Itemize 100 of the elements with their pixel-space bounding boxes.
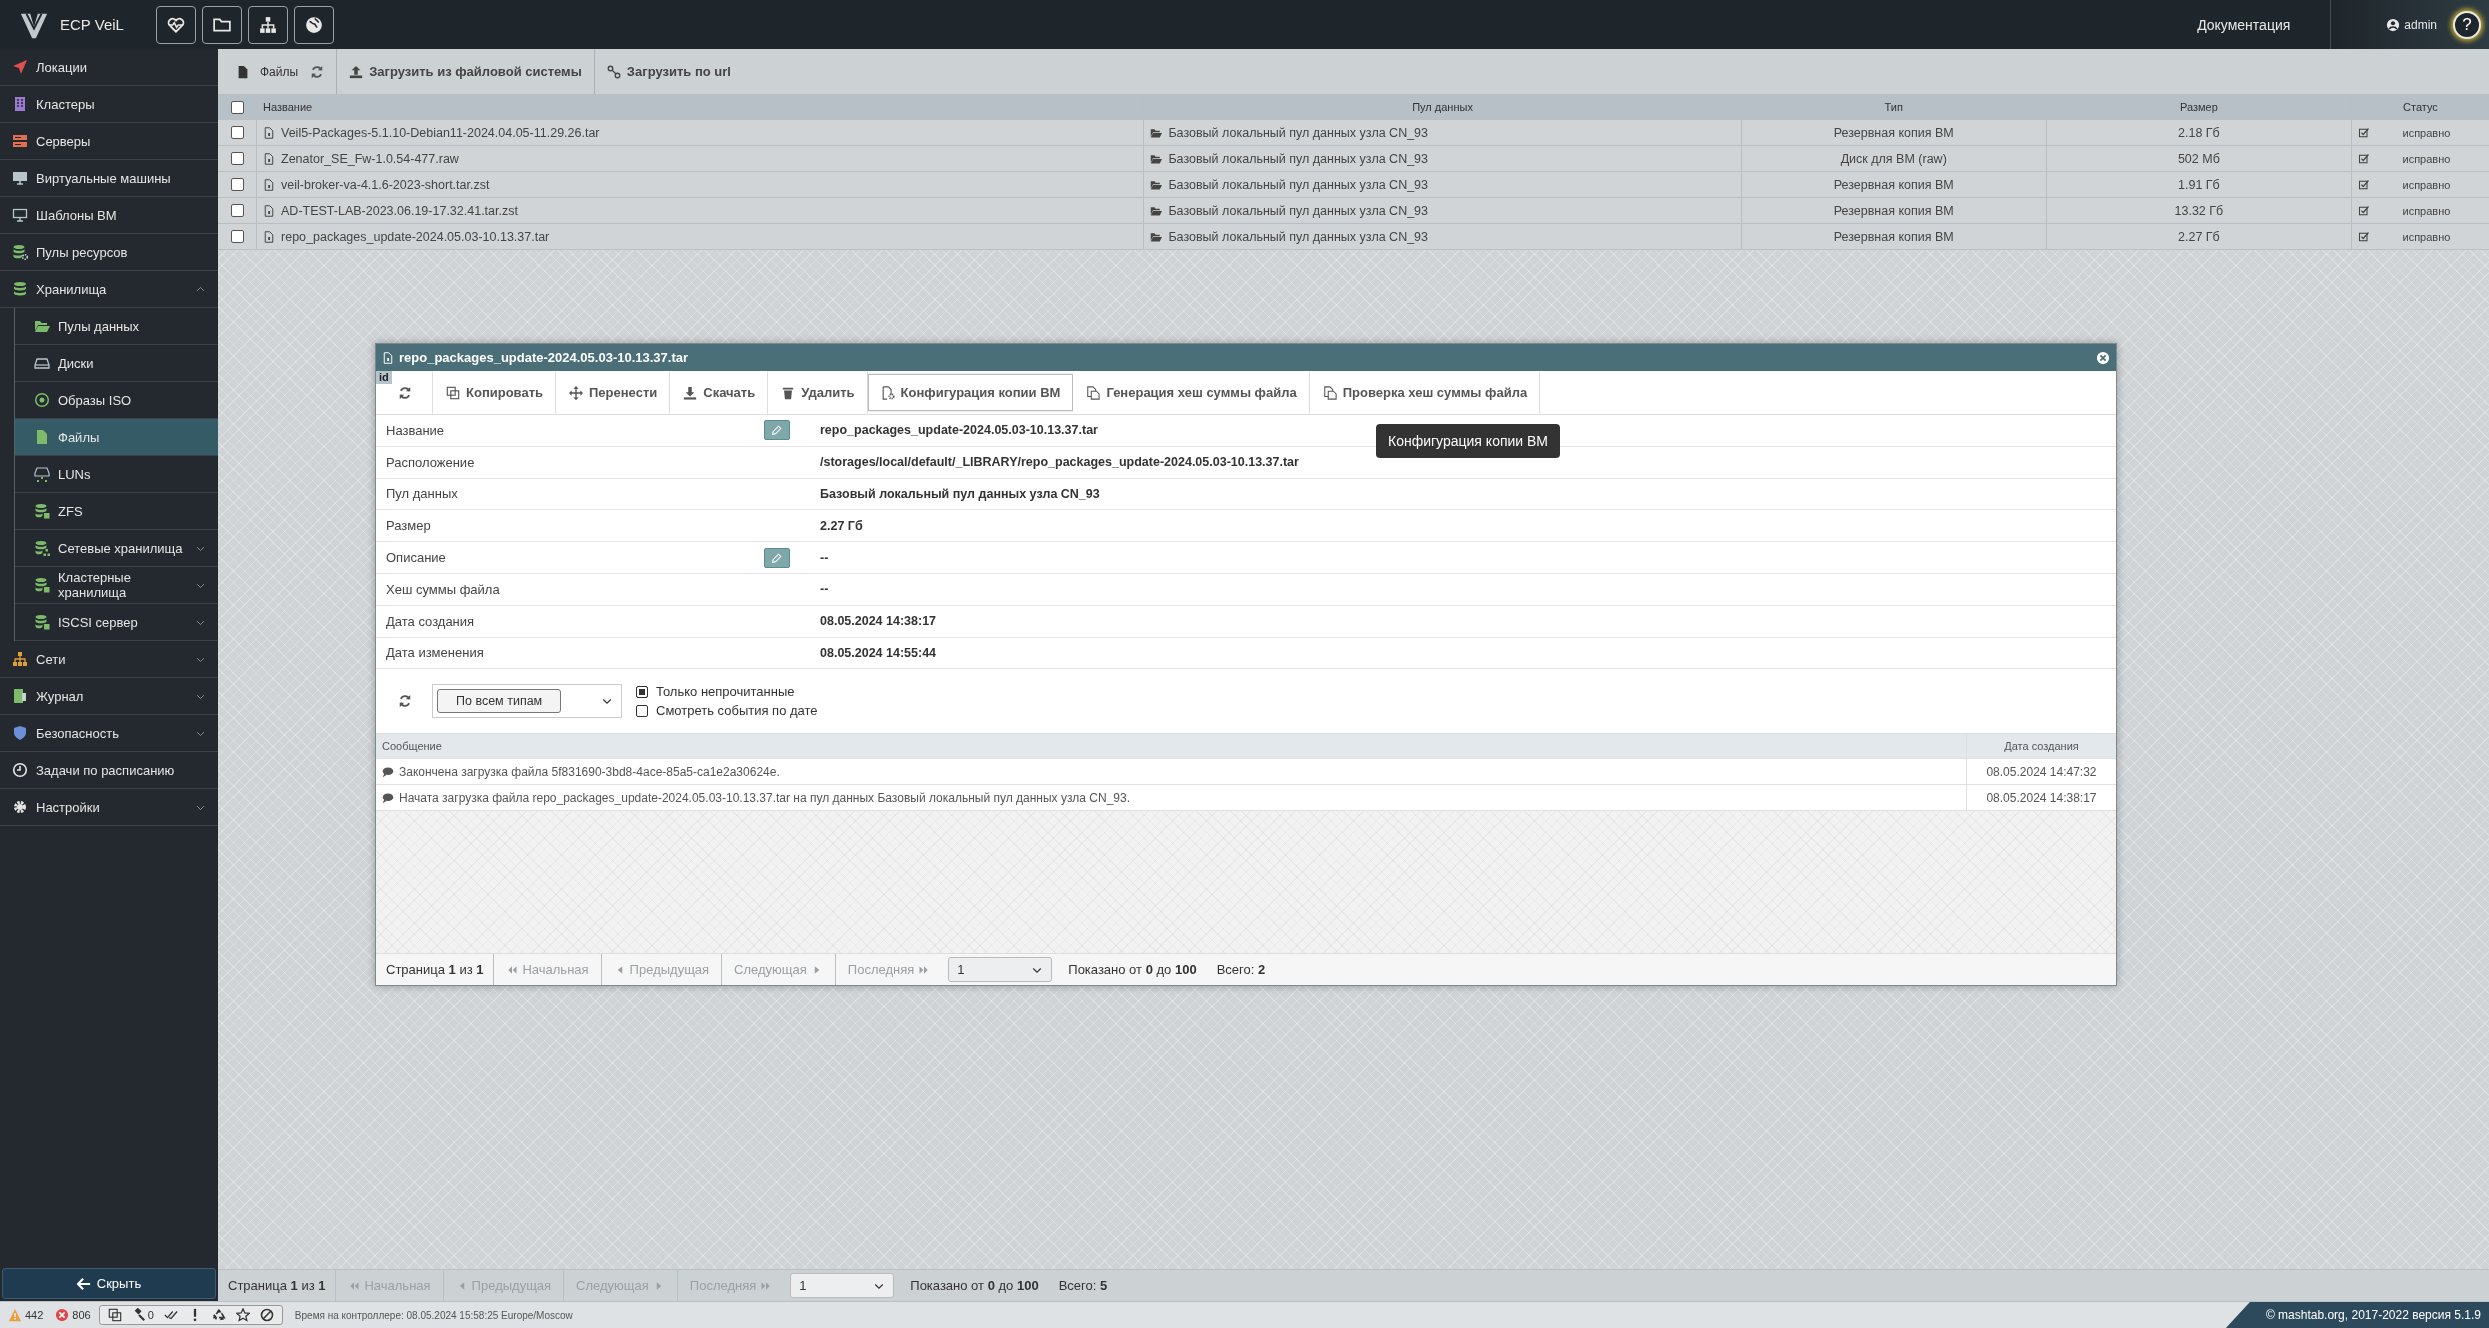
user-icon bbox=[2386, 17, 2401, 32]
shown-range: Показано от 0 до 100 bbox=[909, 1277, 1040, 1295]
file-gear-icon bbox=[880, 385, 895, 400]
sidebar-item[interactable]: Виртуальные машины bbox=[0, 160, 218, 197]
field-value: -- bbox=[820, 550, 829, 565]
field-label: Описание bbox=[385, 550, 446, 566]
event-type-select[interactable]: По всем типам bbox=[432, 684, 622, 719]
refresh-button[interactable] bbox=[376, 371, 433, 414]
field-value: repo_packages_update-2024.05.03-10.13.37.tar bbox=[820, 423, 1098, 438]
total-count: Всего: 2 bbox=[1215, 961, 1267, 979]
folder-open-icon bbox=[1150, 204, 1163, 217]
data-pool-name: Базовый локальный пул данных узла CN_93 bbox=[1168, 203, 1428, 218]
double-left-arrow-icon bbox=[348, 1279, 361, 1292]
checkbox-icon bbox=[2357, 126, 2370, 139]
monitor-icon bbox=[12, 170, 28, 186]
heart-pulse-button[interactable] bbox=[156, 5, 196, 44]
hide-sidebar-button[interactable]: Скрыть bbox=[2, 1268, 216, 1299]
shield-icon bbox=[12, 725, 28, 741]
monitor-outline-icon bbox=[12, 207, 28, 223]
page-indicator: Страница 1 из 1 bbox=[227, 1277, 327, 1295]
column-header[interactable]: Название bbox=[256, 95, 1144, 119]
file-gear-button[interactable]: Конфигурация копии ВМ bbox=[867, 374, 1074, 411]
data-pool-name: Базовый локальный пул данных узла CN_93 bbox=[1168, 177, 1428, 192]
refresh-icon[interactable] bbox=[398, 694, 412, 709]
app-title: ECP VeiL bbox=[60, 16, 124, 33]
server-time: Время на контроллере: 08.05.2024 15:58:25 Europe/Moscow bbox=[293, 1309, 573, 1321]
file-name[interactable]: AD-TEST-LAB-2023.06.19-17.32.41.tar.zst bbox=[281, 203, 518, 218]
status-text: исправно bbox=[2401, 230, 2452, 243]
column-header[interactable]: Пул данных bbox=[1143, 95, 1741, 119]
folder-open-icon bbox=[1150, 152, 1163, 165]
file-name[interactable]: Zenator_SE_Fw-1.0.54-477.raw bbox=[281, 151, 459, 166]
double-check-icon bbox=[163, 1308, 178, 1322]
pencil-icon bbox=[771, 424, 783, 437]
row-checkbox[interactable] bbox=[230, 204, 244, 217]
files-title: Файлы bbox=[218, 64, 311, 79]
refresh-icon[interactable] bbox=[310, 64, 325, 79]
error-icon bbox=[55, 1308, 70, 1322]
error-counter[interactable]: 806 bbox=[51, 1308, 95, 1322]
column-header[interactable]: Размер bbox=[2045, 95, 2351, 119]
sitemap-button[interactable] bbox=[248, 5, 288, 44]
row-checkbox[interactable] bbox=[230, 230, 244, 243]
url-upload-button[interactable]: Загрузить по url bbox=[593, 49, 743, 94]
disc-icon bbox=[34, 392, 50, 408]
user-link[interactable]: admin bbox=[2386, 17, 2437, 32]
sidebar-item[interactable]: Файлы bbox=[15, 419, 218, 456]
sidebar-item[interactable]: Кластеры bbox=[0, 86, 218, 123]
page-select[interactable]: 1 bbox=[790, 1273, 895, 1298]
size-cell: 502 Мб bbox=[2045, 146, 2351, 171]
upload-button[interactable]: Загрузить из файловой системы bbox=[336, 49, 594, 94]
data-pool-name: Базовый локальный пул данных узла CN_93 bbox=[1168, 229, 1428, 244]
close-icon[interactable] bbox=[2096, 350, 2110, 365]
file-icon bbox=[263, 152, 275, 165]
edit-button[interactable] bbox=[764, 547, 790, 568]
file-name[interactable]: veil-broker-va-4.1.6-2023-short.tar.zst bbox=[281, 177, 490, 192]
status-text: исправно bbox=[2401, 204, 2452, 217]
hammer-tool[interactable]: 0 bbox=[127, 1308, 158, 1322]
file-icon bbox=[263, 126, 275, 139]
recycle-icon bbox=[211, 1308, 226, 1322]
column-header[interactable]: Дата создания bbox=[1966, 734, 2116, 759]
sidebar-item[interactable]: Безопасность bbox=[0, 715, 218, 752]
field-value: Базовый локальный пул данных узла CN_93 bbox=[820, 487, 1100, 501]
column-header[interactable]: Статус bbox=[2350, 95, 2489, 119]
checkbox-icon bbox=[2357, 178, 2370, 191]
location-arrow-icon bbox=[12, 59, 28, 75]
event-message: Закончена загрузка файла 5f831690-3bd8-4ace-85a5-ca1e2a30624e. bbox=[399, 764, 780, 779]
folder-open-icon bbox=[1150, 126, 1163, 139]
column-header[interactable]: Сообщение bbox=[376, 734, 1966, 759]
upload-icon bbox=[349, 64, 364, 79]
event-date-cell: 08.05.2024 14:47:32 bbox=[1966, 759, 2116, 785]
field-label: Размер bbox=[385, 518, 431, 534]
documents-icon bbox=[1086, 385, 1101, 400]
copy-icon bbox=[107, 1308, 122, 1322]
size-cell: 13.32 Гб bbox=[2045, 198, 2351, 223]
column-header[interactable]: Тип bbox=[1740, 95, 2046, 119]
folder-button[interactable] bbox=[202, 5, 242, 44]
size-cell: 2.27 Гб bbox=[2045, 224, 2351, 249]
arrow-left-icon bbox=[76, 1276, 91, 1291]
help-button[interactable]: ? bbox=[2453, 10, 2481, 39]
data-pool-name: Базовый локальный пул данных узла CN_93 bbox=[1168, 151, 1428, 166]
row-checkbox[interactable] bbox=[230, 152, 244, 165]
edit-button[interactable] bbox=[764, 420, 790, 441]
trash-icon bbox=[781, 385, 796, 400]
link-icon bbox=[606, 64, 621, 79]
select-all-checkbox[interactable] bbox=[230, 100, 244, 114]
field-value: 08.05.2024 14:55:44 bbox=[820, 645, 937, 660]
file-name[interactable]: repo_packages_update-2024.05.03-10.13.37.tar bbox=[281, 229, 550, 244]
filter-checkbox[interactable]: Смотреть события по дате bbox=[636, 703, 818, 719]
filter-checkbox[interactable]: Только непрочитанные bbox=[636, 684, 818, 700]
page-select[interactable]: 1 bbox=[948, 957, 1053, 982]
sidebar-item[interactable]: Журнал bbox=[0, 678, 218, 715]
warning-counter[interactable]: 442 bbox=[4, 1308, 48, 1322]
sidebar-item[interactable]: Серверы bbox=[0, 123, 218, 160]
warning-icon bbox=[8, 1308, 22, 1322]
row-checkbox[interactable] bbox=[230, 178, 244, 191]
field-label: Расположение bbox=[385, 454, 475, 470]
file-name[interactable]: Veil5-Packages-5.1.10-Debian11-2024.04.05-11.29.26.tar bbox=[281, 125, 600, 140]
row-checkbox[interactable] bbox=[230, 126, 244, 139]
database-box-icon bbox=[34, 503, 50, 519]
globe-button[interactable] bbox=[294, 5, 334, 44]
checkbox-icon bbox=[2357, 230, 2370, 243]
